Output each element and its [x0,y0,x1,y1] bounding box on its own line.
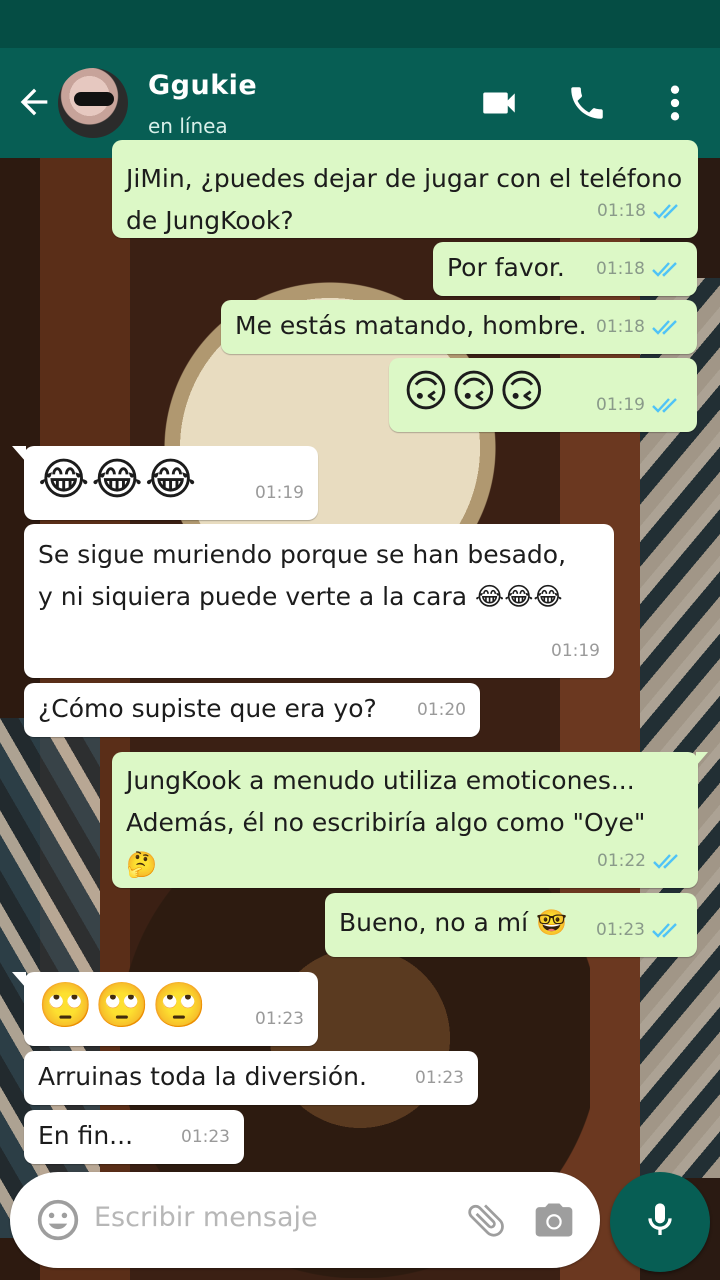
message-meta: 01:18 [596,306,683,348]
status-bar [0,0,720,48]
message-outgoing[interactable]: JungKook a menudo utiliza emoticones... … [112,752,708,888]
message-time: 01:23 [255,1009,304,1029]
attach-icon[interactable] [464,1198,508,1246]
message-time: 01:22 [597,851,646,871]
phone-icon[interactable] [562,78,612,128]
message-time: 01:19 [596,395,645,415]
message-meta: 01:18 [597,190,684,232]
message-time: 01:19 [255,483,304,503]
message-meta: 01:19 [596,384,683,426]
read-ticks-icon [652,923,677,938]
back-arrow-icon[interactable] [14,82,54,122]
message-outgoing-emoji[interactable]: 🙃🙃🙃 01:19 [389,358,697,432]
message-meta: 01:19 [255,472,304,514]
message-composer[interactable]: Escribir mensaje [10,1172,600,1268]
mic-button[interactable] [610,1172,710,1272]
message-incoming[interactable]: En fin... 01:23 [24,1110,244,1164]
bubble-tail [696,752,708,766]
read-ticks-icon [652,320,677,335]
message-meta: 01:19 [551,630,600,672]
avatar-photo [74,92,114,106]
message-meta: 01:23 [596,909,683,951]
read-ticks-icon [652,398,677,413]
message-input[interactable]: Escribir mensaje [94,1202,318,1233]
message-incoming[interactable]: ¿Cómo supiste que era yo? 01:20 [24,683,480,737]
message-incoming[interactable]: Arruinas toda la diversión. 01:23 [24,1051,478,1105]
bubble-tail [12,972,26,988]
message-time: 01:20 [417,700,466,720]
read-ticks-icon [652,262,677,277]
message-meta: 01:22 [597,840,684,882]
message-meta: 01:23 [415,1057,464,1099]
message-text: Arruinas toda la diversión. [38,1062,367,1091]
message-meta: 01:20 [417,689,466,731]
camera-icon[interactable] [532,1198,576,1246]
message-time: 01:19 [551,641,600,661]
message-meta: 01:23 [181,1116,230,1158]
message-outgoing[interactable]: Bueno, no a mí 🤓 01:23 [325,893,697,957]
message-time: 01:23 [596,920,645,940]
message-outgoing[interactable]: Me estás matando, hombre. 01:18 [221,300,697,354]
message-text: ¿Cómo supiste que era yo? [38,694,377,723]
read-ticks-icon [653,204,678,219]
message-incoming-emoji[interactable]: 😂😂😂 01:19 [12,446,318,520]
message-time: 01:18 [596,259,645,279]
video-call-icon[interactable] [474,78,524,128]
emoji-icon[interactable] [36,1198,80,1246]
message-time: 01:23 [181,1127,230,1147]
avatar[interactable] [58,68,128,138]
message-incoming-emoji[interactable]: 🙄🙄🙄 01:23 [12,972,318,1046]
contact-name[interactable]: Ggukie [148,70,257,101]
bubble-tail [12,446,26,462]
message-incoming[interactable]: Se sigue muriendo porque se han besado, … [24,524,614,678]
message-time: 01:23 [415,1068,464,1088]
message-text: Se sigue muriendo porque se han besado, … [38,540,574,611]
mic-icon [640,1200,680,1244]
message-outgoing[interactable]: JiMin, ¿puedes dejar de jugar con el tel… [112,140,698,238]
message-meta: 01:18 [596,248,683,290]
message-time: 01:18 [597,201,646,221]
contact-status: en línea [148,114,228,138]
message-outgoing[interactable]: Por favor. 01:18 [433,242,697,296]
more-options-icon[interactable] [652,78,698,128]
message-meta: 01:23 [255,998,304,1040]
message-time: 01:18 [596,317,645,337]
message-text: JungKook a menudo utiliza emoticones... … [126,766,654,879]
read-ticks-icon [653,854,678,869]
